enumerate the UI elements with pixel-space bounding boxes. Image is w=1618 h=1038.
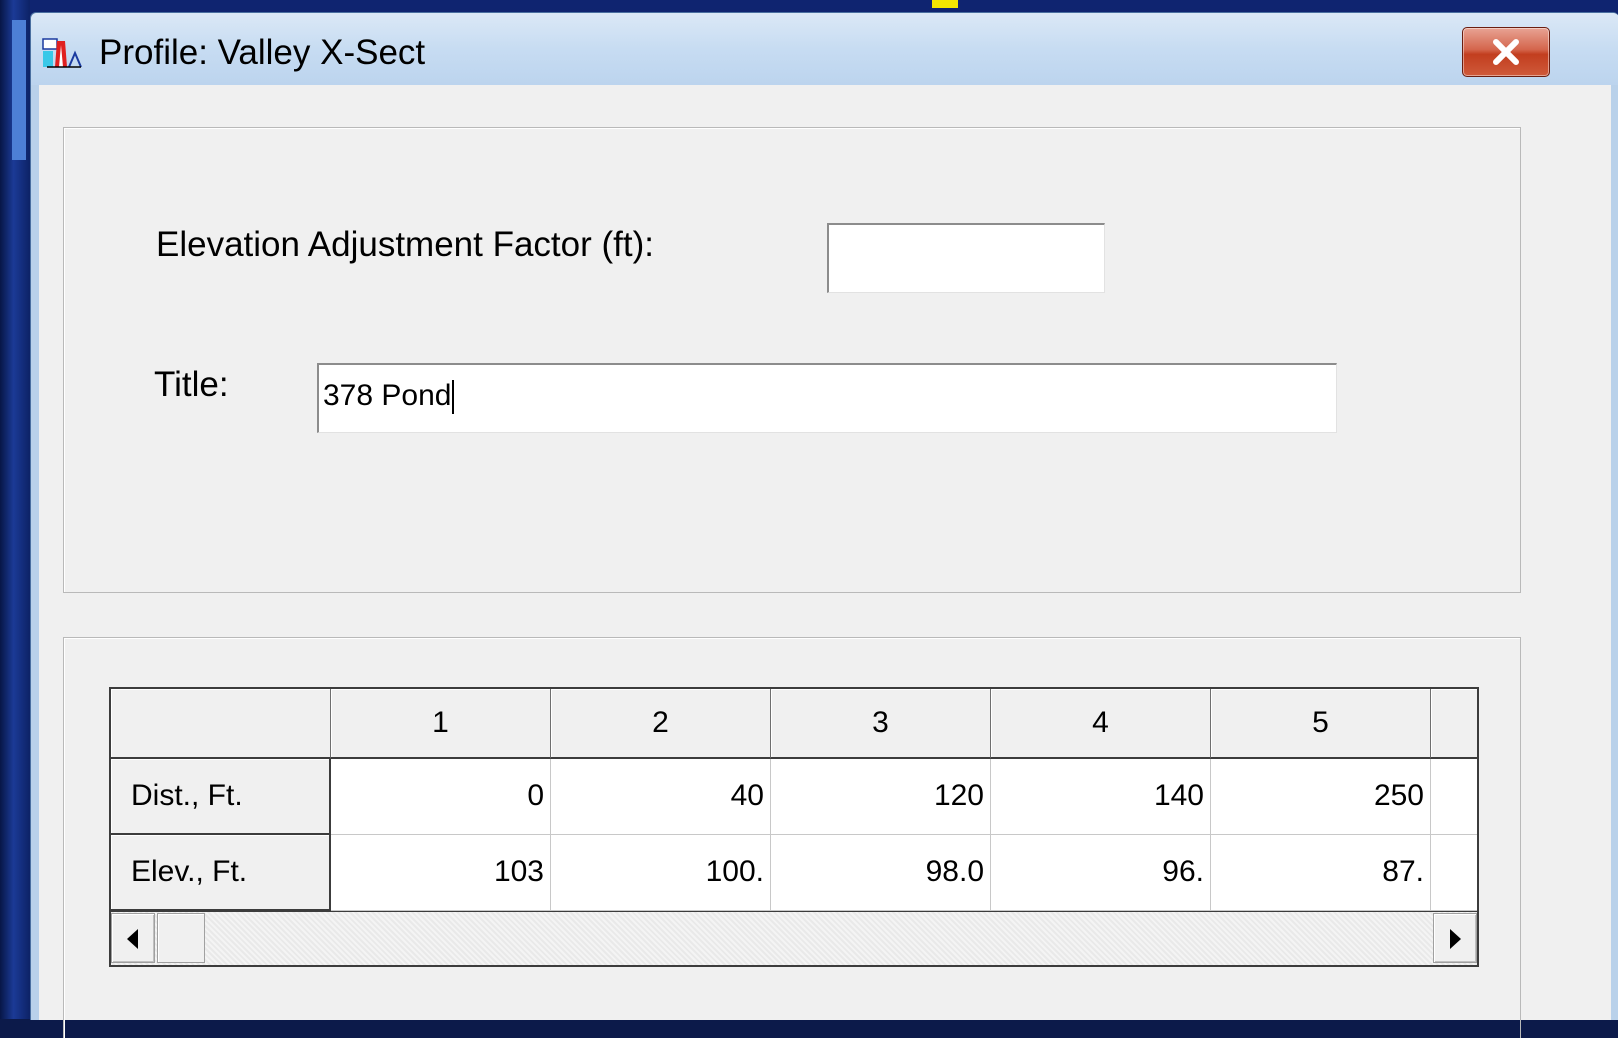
grid-cell[interactable]: 140 xyxy=(991,759,1211,835)
elevation-adjustment-label: Elevation Adjustment Factor (ft): xyxy=(156,225,654,264)
desktop-background: Profile: Valley X-Sect Elevation Adjustm… xyxy=(0,0,1618,1038)
elevation-adjustment-field[interactable] xyxy=(827,223,1105,293)
column-header[interactable]: 3 xyxy=(771,689,991,759)
column-header-partial xyxy=(1431,689,1477,759)
title-field-value: 378 Pond xyxy=(323,379,452,412)
profile-dialog: Profile: Valley X-Sect Elevation Adjustm… xyxy=(30,12,1618,1038)
column-header[interactable]: 4 xyxy=(991,689,1211,759)
close-icon xyxy=(1493,39,1519,65)
horizontal-scrollbar[interactable] xyxy=(111,911,1477,965)
scrollbar-thumb[interactable] xyxy=(157,913,205,963)
scroll-left-button[interactable] xyxy=(111,913,155,963)
grid-cell[interactable]: 120 xyxy=(771,759,991,835)
grid-cell[interactable]: 103 xyxy=(331,835,551,911)
window-title: Profile: Valley X-Sect xyxy=(99,33,426,72)
dialog-client-area: Elevation Adjustment Factor (ft): Title:… xyxy=(39,85,1611,1038)
grid-cell[interactable]: 250 xyxy=(1211,759,1431,835)
title-label: Title: xyxy=(154,365,229,404)
title-field[interactable]: 378 Pond xyxy=(317,363,1337,433)
grid-cell[interactable]: 0 xyxy=(331,759,551,835)
scroll-right-button[interactable] xyxy=(1433,913,1477,963)
grid-cell[interactable]: 96. xyxy=(991,835,1211,911)
column-header[interactable]: 2 xyxy=(551,689,771,759)
close-button[interactable] xyxy=(1462,27,1550,77)
title-bar[interactable]: Profile: Valley X-Sect xyxy=(31,13,1618,85)
arrow-right-icon xyxy=(1450,929,1461,949)
row-header-elevation: Elev., Ft. xyxy=(111,835,331,911)
profile-data-grid: 1 2 3 4 5 Dist., Ft. 0 40 120 140 250 El… xyxy=(109,687,1479,967)
arrow-left-icon xyxy=(127,929,138,949)
grid-cell[interactable]: 87. xyxy=(1211,835,1431,911)
background-window-edge xyxy=(0,0,30,1019)
row-header-distance: Dist., Ft. xyxy=(111,759,331,835)
text-caret xyxy=(452,380,455,415)
column-header[interactable]: 5 xyxy=(1211,689,1431,759)
grid-corner-header xyxy=(111,689,331,759)
profile-app-icon xyxy=(41,37,89,71)
grid-cell-partial[interactable] xyxy=(1431,835,1477,911)
grid-cell[interactable]: 40 xyxy=(551,759,771,835)
settings-groupbox xyxy=(63,127,1521,593)
background-text-fragment xyxy=(932,0,958,8)
grid-cell-partial[interactable] xyxy=(1431,759,1477,835)
grid-cell[interactable]: 98.0 xyxy=(771,835,991,911)
grid-cell[interactable]: 100. xyxy=(551,835,771,911)
column-header[interactable]: 1 xyxy=(331,689,551,759)
